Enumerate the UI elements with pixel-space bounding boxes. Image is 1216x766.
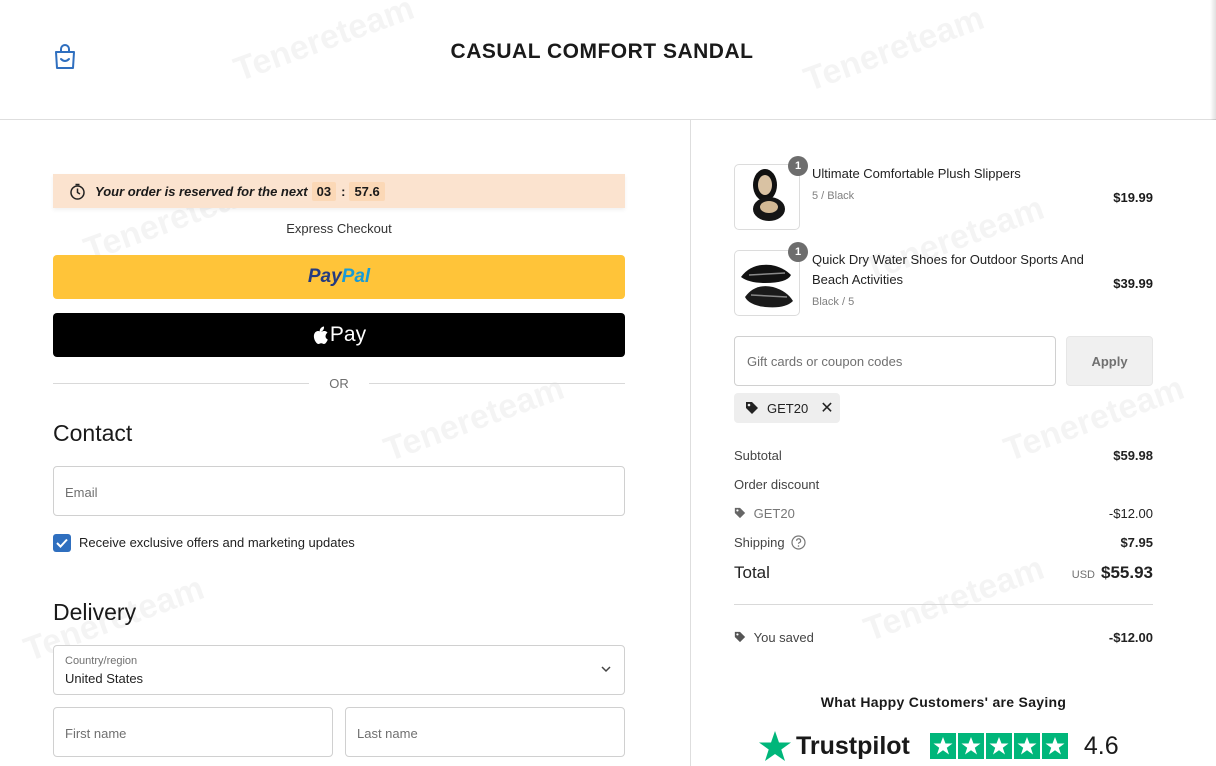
divider-line bbox=[53, 383, 310, 384]
marketing-checkbox[interactable] bbox=[53, 534, 71, 552]
subtotal-row: Subtotal $59.98 bbox=[734, 448, 1153, 463]
timer-separator: : bbox=[341, 183, 346, 199]
cart-item: 1 Ultimate Comfortable Plush Slippers 5 … bbox=[734, 156, 1153, 230]
country-value: United States bbox=[65, 671, 144, 686]
product-name: Quick Dry Water Shoes for Outdoor Sports… bbox=[812, 252, 1084, 287]
tag-icon bbox=[734, 631, 746, 643]
reservation-text: Your order is reserved for the next bbox=[95, 183, 308, 199]
trustpilot-star-icon bbox=[759, 731, 791, 761]
saved-value: -$12.00 bbox=[1108, 630, 1153, 645]
marketing-label[interactable]: Receive exclusive offers and marketing u… bbox=[79, 535, 355, 550]
discount-code-row: GET20 -$12.00 bbox=[734, 506, 1153, 521]
coupon-input[interactable]: Gift cards or coupon codes bbox=[734, 336, 1056, 386]
quantity-badge: 1 bbox=[788, 242, 808, 262]
divider-line bbox=[368, 383, 625, 384]
saved-label: You saved bbox=[753, 630, 814, 645]
paypal-logo-part2: Pal bbox=[341, 266, 371, 287]
total-value: $55.93 bbox=[1101, 563, 1153, 582]
star-icon bbox=[1013, 733, 1040, 759]
question-circle-icon[interactable] bbox=[791, 535, 806, 550]
country-select[interactable]: Country/region United States bbox=[53, 645, 625, 695]
checkout-page: Tenereteam Tenereteam Tenereteam Teneret… bbox=[0, 0, 1216, 766]
paypal-logo-part1: Pay bbox=[307, 266, 342, 287]
tag-icon bbox=[734, 507, 746, 519]
store-title[interactable]: CASUAL COMFORT SANDAL bbox=[0, 40, 1204, 64]
or-divider: OR bbox=[53, 376, 625, 391]
rating-value: 4.6 bbox=[1083, 731, 1119, 760]
timer-seconds: 57.6 bbox=[349, 181, 385, 201]
order-discount-row: Order discount bbox=[734, 477, 1153, 492]
first-name-field[interactable]: First name bbox=[53, 707, 333, 757]
subtotal-label: Subtotal bbox=[734, 448, 782, 463]
tag-icon bbox=[746, 402, 758, 414]
discount-code: GET20 bbox=[753, 506, 795, 521]
total-amount-group: USD $55.93 bbox=[1072, 563, 1153, 583]
apple-icon bbox=[313, 326, 328, 344]
star-icon bbox=[985, 733, 1012, 759]
applied-discount-chip: GET20 ✕ bbox=[734, 393, 840, 423]
last-name-field[interactable]: Last name bbox=[345, 707, 625, 757]
coupon-placeholder: Gift cards or coupon codes bbox=[747, 354, 903, 369]
total-currency: USD bbox=[1071, 569, 1095, 581]
product-thumbnail: 1 bbox=[734, 156, 808, 230]
savings-row: You saved -$12.00 bbox=[734, 630, 1153, 645]
product-name: Ultimate Comfortable Plush Slippers bbox=[812, 166, 1021, 181]
product-price: $19.99 bbox=[1113, 190, 1153, 205]
checkout-form: Your order is reserved for the next 03 :… bbox=[0, 120, 691, 766]
paypal-button[interactable]: Pay Pal bbox=[53, 255, 625, 299]
order-discount-label: Order discount bbox=[734, 477, 820, 492]
product-variant: 5 / Black bbox=[812, 190, 855, 202]
stopwatch-icon bbox=[70, 183, 85, 200]
star-icon bbox=[957, 733, 984, 759]
order-summary: 1 Ultimate Comfortable Plush Slippers 5 … bbox=[692, 120, 1216, 766]
total-label: Total bbox=[734, 563, 770, 582]
apply-button[interactable]: Apply bbox=[1066, 336, 1153, 386]
total-row: Total USD $55.93 bbox=[734, 563, 1153, 583]
product-thumbnail: 1 bbox=[734, 242, 808, 316]
apple-pay-label: Pay bbox=[329, 323, 367, 346]
summary-divider bbox=[734, 604, 1153, 605]
country-label: Country/region bbox=[65, 655, 138, 667]
scroll-shadow bbox=[1210, 0, 1216, 120]
checkmark-icon bbox=[56, 538, 68, 548]
or-label: OR bbox=[329, 376, 349, 391]
chevron-down-icon bbox=[601, 666, 611, 673]
remove-code-icon[interactable]: ✕ bbox=[820, 398, 833, 418]
timer-minutes: 03 bbox=[311, 181, 337, 201]
site-header: CASUAL COMFORT SANDAL bbox=[0, 0, 1216, 120]
express-checkout-label: Express Checkout bbox=[286, 221, 392, 236]
reviews-heading: What Happy Customers' are Saying bbox=[820, 694, 1067, 710]
star-icon bbox=[1041, 733, 1068, 759]
water-shoe-image bbox=[741, 264, 793, 308]
trustpilot-brand: Trustpilot bbox=[796, 731, 910, 760]
star-rating bbox=[929, 733, 1070, 759]
discount-value: -$12.00 bbox=[1108, 506, 1153, 521]
applied-code: GET20 bbox=[767, 400, 809, 416]
shipping-row: Shipping $7.95 bbox=[734, 535, 1153, 550]
shipping-value: $7.95 bbox=[1120, 535, 1153, 550]
apple-pay-button[interactable]: Pay bbox=[53, 313, 625, 357]
email-field[interactable]: Email bbox=[53, 466, 625, 516]
slipper-image bbox=[753, 169, 785, 221]
trustpilot-rating: Trustpilot 4.6 bbox=[758, 730, 1119, 762]
quantity-badge: 1 bbox=[788, 156, 808, 176]
email-placeholder: Email bbox=[65, 485, 98, 500]
contact-heading: Contact bbox=[53, 420, 133, 446]
star-icon bbox=[929, 733, 956, 759]
product-price: $39.99 bbox=[1113, 276, 1153, 291]
subtotal-value: $59.98 bbox=[1113, 448, 1153, 463]
cart-item: 1 Quick Dry Water Shoes for Outdoor Spor… bbox=[734, 242, 1153, 316]
reservation-banner: Your order is reserved for the next 03 :… bbox=[53, 174, 625, 208]
product-variant: Black / 5 bbox=[812, 296, 855, 308]
last-name-placeholder: Last name bbox=[357, 726, 418, 741]
shipping-label: Shipping bbox=[734, 535, 785, 550]
first-name-placeholder: First name bbox=[65, 726, 127, 741]
delivery-heading: Delivery bbox=[53, 599, 137, 625]
